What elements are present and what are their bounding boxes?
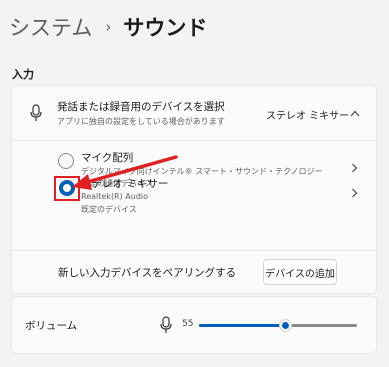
volume-label: ボリューム — [25, 320, 78, 332]
volume-value: 55 — [182, 319, 194, 329]
page-title: サウンド — [123, 16, 208, 40]
input-select-subtitle: アプリに独自の設定をしている場合があります — [57, 117, 225, 126]
input-select-title: 発話または録音用のデバイスを選択 — [57, 101, 225, 113]
device-name: ステレオ ミキサー — [81, 178, 169, 190]
volume-slider[interactable] — [199, 319, 357, 332]
device-name: マイク配列 — [81, 152, 134, 164]
mic-icon — [30, 104, 42, 121]
device-description: Realtek(R) Audio — [81, 192, 149, 201]
device-status: 既定のデバイス — [81, 205, 137, 214]
selected-input-device-value: ステレオ ミキサー — [266, 111, 350, 122]
pair-device-label: 新しい入力デバイスをペアリングする — [58, 267, 237, 279]
breadcrumb-parent-system[interactable]: システム — [9, 12, 92, 42]
chevron-right-icon[interactable] — [351, 188, 358, 198]
add-device-button[interactable]: デバイスの追加 — [263, 259, 337, 285]
breadcrumb-separator: › — [105, 18, 112, 36]
annotation-highlight-box — [54, 176, 80, 201]
section-label-input: 入力 — [12, 68, 34, 81]
mic-icon[interactable] — [159, 316, 173, 334]
divider — [12, 250, 376, 251]
input-device-select-row[interactable]: 発話または録音用のデバイスを選択 アプリに独自の設定をしている場合があります ス… — [0, 86, 389, 140]
chevron-right-icon[interactable] — [351, 163, 358, 173]
chevron-up-icon[interactable] — [350, 110, 360, 117]
device-option-stereo-mixer[interactable]: ステレオ ミキサー Realtek(R) Audio 既定のデバイス — [0, 178, 389, 251]
volume-slider-fill — [199, 324, 286, 327]
radio-mic-array[interactable] — [58, 153, 74, 169]
breadcrumb: システム › サウンド — [9, 12, 207, 42]
